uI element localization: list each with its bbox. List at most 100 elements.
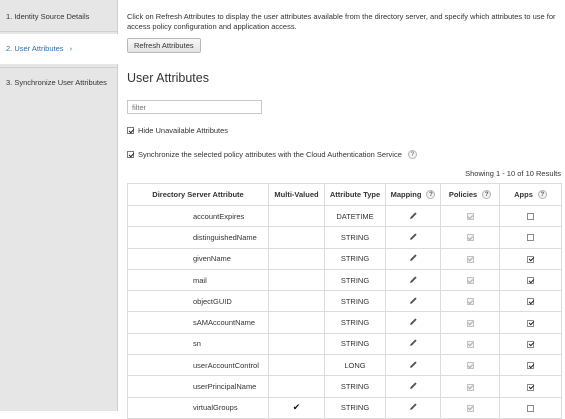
filter-input[interactable] [127,100,262,114]
pencil-icon [409,361,417,368]
sidebar-item-label: 2. User Attributes [6,44,64,53]
attribute-name-cell: virtualGroups [127,396,269,419]
policies-checkbox [466,234,474,242]
policies-checkbox [466,362,474,370]
apps-checkbox[interactable] [527,255,534,263]
column-header-policies: Policies? [440,183,500,206]
attribute-type-cell: DATETIME [324,204,386,228]
attribute-type: STRING [340,232,370,242]
edit-mapping-button[interactable] [409,275,418,286]
policies-checkbox [466,255,474,263]
policies-cell [440,226,500,249]
policies-cell [440,311,500,334]
pencil-icon [409,233,417,240]
sync-policy-checkbox[interactable] [127,151,134,158]
attribute-type: STRING [340,275,370,285]
policies-cell [440,375,500,398]
pencil-icon [409,318,417,326]
wizard-sidebar: 1. Identity Source Details 2. User Attri… [0,0,118,411]
attribute-name: userPrincipalName [193,382,257,392]
apps-checkbox[interactable] [527,234,534,242]
multi-valued-cell [268,247,325,270]
attribute-type-cell: STRING [324,311,386,334]
pencil-icon [409,339,417,347]
apps-cell [499,204,562,228]
help-icon[interactable]: ? [537,190,547,199]
policies-cell [440,290,500,313]
attribute-name: accountExpires [193,211,245,221]
header-label: Attribute Type [329,190,381,199]
table-row: userPrincipalName STRING [127,375,562,398]
sidebar-item-identity-source[interactable]: 1. Identity Source Details [0,2,117,32]
pencil-icon [409,211,417,219]
column-header-attribute-type: Attribute Type [324,183,386,206]
attribute-name-cell: userPrincipalName [127,375,269,398]
help-icon[interactable]: ? [482,190,492,199]
attribute-type-cell: LONG [324,354,386,377]
edit-mapping-button[interactable] [409,254,418,264]
multi-valued-cell [268,311,325,334]
edit-mapping-button[interactable] [409,297,418,307]
mapping-cell[interactable] [385,290,441,313]
results-count: Showing 1 - 10 of 10 Results [465,169,561,178]
mapping-cell[interactable] [385,226,441,249]
mapping-cell[interactable] [385,268,441,292]
policies-cell [440,396,500,419]
attribute-name: distinguishedName [193,232,257,242]
mapping-cell[interactable] [385,332,441,356]
table-row: distinguishedName STRING [127,226,562,249]
policies-checkbox [466,298,474,306]
help-icon[interactable]: ? [426,190,436,199]
apps-cell [499,268,562,292]
hide-unavailable-checkbox[interactable] [127,127,134,134]
edit-mapping-button[interactable] [409,211,418,222]
attribute-type: STRING [340,382,370,392]
apps-cell [499,290,562,313]
mapping-cell[interactable] [385,311,441,334]
mapping-cell[interactable] [385,375,441,398]
edit-mapping-button[interactable] [409,318,418,328]
apps-cell [499,311,562,334]
multi-valued-cell [268,204,325,228]
policies-cell [440,268,500,292]
edit-mapping-button[interactable] [409,382,418,392]
apps-cell [499,354,562,377]
multi-valued-cell [268,332,325,356]
apps-checkbox[interactable] [527,298,534,306]
mapping-cell[interactable] [385,396,441,419]
section-title: User Attributes [127,71,209,85]
column-header-attribute: Directory Server Attribute [127,183,269,206]
pencil-icon [409,254,417,262]
apps-checkbox[interactable] [527,383,534,391]
table-row: sn STRING [127,332,562,356]
multi-valued-cell: ✔ [268,396,325,419]
mapping-cell[interactable] [385,204,441,228]
mapping-cell[interactable] [385,354,441,377]
attribute-type-cell: STRING [324,375,386,398]
edit-mapping-button[interactable] [409,361,418,371]
attributes-table: Directory Server Attribute Multi-Valued … [127,183,562,419]
apps-checkbox[interactable] [527,213,534,221]
sidebar-item-user-attributes[interactable]: 2. User Attributes › [0,34,118,64]
attribute-type: STRING [340,296,370,306]
edit-mapping-button[interactable] [409,339,418,349]
attribute-type: DATETIME [336,211,374,221]
sidebar-item-synchronize[interactable]: 3. Synchronize User Attributes [0,67,117,97]
refresh-attributes-button[interactable]: Refresh Attributes [127,38,201,53]
mapping-cell[interactable] [385,247,441,270]
apps-checkbox[interactable] [527,362,534,370]
attribute-name: mail [193,275,207,285]
policies-cell [440,247,500,270]
header-label: Policies [448,190,478,199]
edit-mapping-button[interactable] [409,403,418,413]
apps-checkbox[interactable] [527,340,534,348]
attribute-type-cell: STRING [324,268,386,292]
attribute-name-cell: sn [127,332,269,356]
edit-mapping-button[interactable] [409,233,418,243]
apps-checkbox[interactable] [527,277,534,285]
column-header-apps: Apps? [499,183,562,206]
apps-checkbox[interactable] [527,319,534,327]
help-icon[interactable]: ? [407,150,417,159]
policies-checkbox [466,319,474,327]
table-row: accountExpires DATETIME [127,204,562,228]
